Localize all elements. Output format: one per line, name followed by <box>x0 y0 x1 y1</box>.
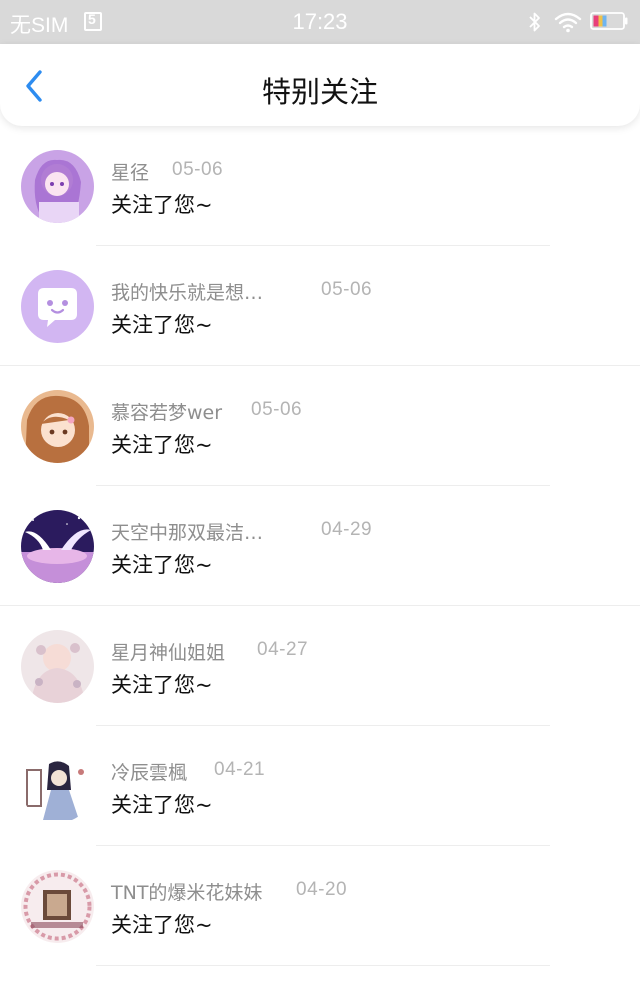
follow-message: 关注了您~ <box>111 553 213 577</box>
back-chevron-left-icon[interactable] <box>18 68 52 104</box>
nav-bar: 特别关注 <box>0 44 640 126</box>
list-item[interactable]: 星月神仙姐姐 04-27 关注了您~ <box>0 606 640 726</box>
status-bar: 无SIM 17:23 <box>0 0 640 44</box>
follow-list: 星径 05-06 关注了您~ 我的快乐就是想… 05-06 关注了您~ 慕容若梦… <box>0 126 640 966</box>
follow-date: 04-21 <box>214 759 266 780</box>
user-name[interactable]: 天空中那双最洁… <box>111 518 263 545</box>
list-item[interactable]: 慕容若梦wer 05-06 关注了您~ <box>0 366 640 486</box>
wifi-icon <box>554 12 582 33</box>
follow-date: 04-20 <box>296 879 348 900</box>
follow-message: 关注了您~ <box>111 313 213 337</box>
user-name[interactable]: TNT的爆米花妹妹 <box>111 878 262 905</box>
follow-message: 关注了您~ <box>111 793 213 817</box>
avatar[interactable] <box>21 630 94 703</box>
list-item[interactable]: 冷辰雲楓 04-21 关注了您~ <box>0 726 640 846</box>
clock: 17:23 <box>292 9 348 34</box>
list-item[interactable]: 我的快乐就是想… 05-06 关注了您~ <box>0 246 640 366</box>
page-title: 特别关注 <box>261 75 378 109</box>
user-name[interactable]: 星径 <box>111 158 149 185</box>
follow-message: 关注了您~ <box>111 193 213 217</box>
follow-date: 05-06 <box>321 279 373 300</box>
bluetooth-icon <box>529 12 540 32</box>
avatar[interactable] <box>21 150 94 223</box>
avatar[interactable] <box>21 270 94 343</box>
avatar[interactable] <box>21 510 94 583</box>
avatar[interactable] <box>21 750 94 823</box>
list-item[interactable]: 星径 05-06 关注了您~ <box>0 126 640 246</box>
follow-date: 04-29 <box>321 519 373 540</box>
follow-message: 关注了您~ <box>111 673 213 697</box>
user-name[interactable]: 慕容若梦wer <box>111 398 222 425</box>
user-name[interactable]: 冷辰雲楓 <box>111 758 187 785</box>
avatar[interactable] <box>21 870 94 943</box>
list-item[interactable]: TNT的爆米花妹妹 04-20 关注了您~ <box>0 846 640 966</box>
follow-message: 关注了您~ <box>111 433 213 457</box>
follow-date: 05-06 <box>172 159 224 180</box>
user-name[interactable]: 星月神仙姐姐 <box>111 638 225 665</box>
avatar[interactable] <box>21 390 94 463</box>
battery-icon <box>590 12 628 30</box>
follow-message: 关注了您~ <box>111 913 213 937</box>
user-name[interactable]: 我的快乐就是想… <box>111 278 263 305</box>
follow-date: 05-06 <box>251 399 303 420</box>
follow-date: 04-27 <box>257 639 309 660</box>
divider <box>96 965 550 966</box>
list-item[interactable]: 天空中那双最洁… 04-29 关注了您~ <box>0 486 640 606</box>
